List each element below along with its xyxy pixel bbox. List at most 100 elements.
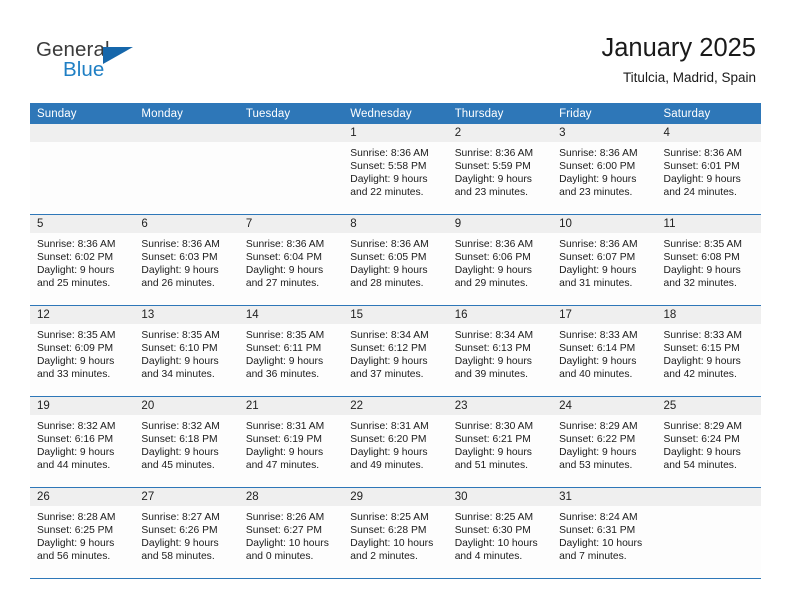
day-sunset-text: Sunset: 6:19 PM — [245, 434, 322, 446]
logo-text-blue: Blue — [63, 58, 105, 81]
calendar-day-cell[interactable]: 22 Sunrise: 8:31 AM Sunset: 6:20 PM Dayligh… — [343, 396, 448, 488]
day-sunrise-text: Sunrise: 8:32 AM — [37, 421, 116, 432]
day-number — [238, 124, 344, 142]
day-cell-inner: 6 Sunrise: 8:36 AM Sunset: 6:03 PM Daylight… — [134, 215, 239, 305]
day-sunset-text: Sunset: 6:08 PM — [663, 252, 740, 264]
calendar-day-cell[interactable]: 5 Sunrise: 8:36 AM Sunset: 6:02 PM Daylight… — [30, 214, 135, 306]
calendar-day-cell[interactable]: 2 Sunrise: 8:36 AM Sunset: 5:59 PM Daylight… — [447, 124, 553, 215]
weekday-header-friday: Friday — [552, 103, 657, 124]
day-cell-inner: 2 Sunrise: 8:36 AM Sunset: 5:59 PM Daylight… — [447, 124, 553, 214]
calendar-day-cell[interactable]: 1 Sunrise: 8:36 AM Sunset: 5:58 PM Daylight… — [343, 124, 448, 215]
calendar-day-cell[interactable]: 30 Sunrise: 8:25 AM Sunset: 6:30 PM Dayligh… — [447, 487, 553, 579]
calendar-day-cell[interactable]: 16 Sunrise: 8:34 AM Sunset: 6:13 PM Dayligh… — [447, 305, 553, 397]
day-sunrise-text: Sunrise: 8:35 AM — [245, 330, 325, 341]
calendar-day-cell[interactable]: 15 Sunrise: 8:34 AM Sunset: 6:12 PM Dayligh… — [343, 305, 448, 397]
day-number: 2 — [447, 124, 553, 142]
day-number: 10 — [552, 215, 657, 233]
calendar-day-cell[interactable]: 23 Sunrise: 8:30 AM Sunset: 6:21 PM Dayligh… — [447, 396, 553, 488]
calendar-day-cell[interactable]: 11 Sunrise: 8:35 AM Sunset: 6:08 PM Dayligh… — [656, 214, 761, 306]
day-cell-details: Sunrise: 8:35 AM Sunset: 6:10 PM Daylight:… — [134, 324, 238, 381]
calendar-day-cell[interactable]: 18 Sunrise: 8:33 AM Sunset: 6:15 PM Dayligh… — [656, 305, 761, 397]
calendar-day-cell[interactable]: 27 Sunrise: 8:27 AM Sunset: 6:26 PM Dayligh… — [134, 487, 239, 579]
day-number: 15 — [343, 306, 448, 324]
day-cell-inner: 4 Sunrise: 8:36 AM Sunset: 6:01 PM Daylight… — [656, 124, 761, 214]
day-cell-details: Sunrise: 8:33 AM Sunset: 6:15 PM Daylight:… — [657, 324, 761, 381]
day-cell-inner: 30 Sunrise: 8:25 AM Sunset: 6:30 PM Dayligh… — [447, 488, 553, 578]
day-sunrise-text: Sunrise: 8:30 AM — [454, 421, 534, 432]
day-cell-inner: 10 Sunrise: 8:36 AM Sunset: 6:07 PM Dayligh… — [552, 215, 657, 305]
day-number — [134, 124, 239, 142]
calendar-day-cell[interactable]: 25 Sunrise: 8:29 AM Sunset: 6:24 PM Dayligh… — [656, 396, 761, 488]
calendar-day-cell[interactable]: 14 Sunrise: 8:35 AM Sunset: 6:11 PM Dayligh… — [238, 305, 344, 397]
calendar-day-cell[interactable]: 10 Sunrise: 8:36 AM Sunset: 6:07 PM Dayligh… — [552, 214, 657, 306]
calendar-day-cell[interactable]: 26 Sunrise: 8:28 AM Sunset: 6:25 PM Dayligh… — [30, 487, 135, 579]
day-cell-details: Sunrise: 8:35 AM Sunset: 6:11 PM Daylight:… — [239, 324, 343, 381]
day-cell-details: Sunrise: 8:25 AM Sunset: 6:28 PM Daylight:… — [343, 506, 447, 563]
day-number: 22 — [343, 397, 448, 415]
day-cell-inner: 13 Sunrise: 8:35 AM Sunset: 6:10 PM Dayligh… — [134, 306, 239, 396]
day-daylight-line1-text: Daylight: 10 hours — [454, 538, 538, 550]
day-sunset-text: Sunset: 6:02 PM — [37, 252, 114, 264]
calendar-day-cell[interactable]: 3 Sunrise: 8:36 AM Sunset: 6:00 PM Daylight… — [552, 124, 657, 215]
day-number: 23 — [447, 397, 553, 415]
weekday-header-tuesday: Tuesday — [238, 103, 344, 124]
calendar-day-cell[interactable]: 24 Sunrise: 8:29 AM Sunset: 6:22 PM Dayligh… — [552, 396, 657, 488]
calendar-day-cell[interactable]: 13 Sunrise: 8:35 AM Sunset: 6:10 PM Dayligh… — [134, 305, 239, 397]
day-daylight-line1-text: Daylight: 9 hours — [663, 447, 741, 459]
calendar-day-cell[interactable]: 20 Sunrise: 8:32 AM Sunset: 6:18 PM Dayligh… — [134, 396, 239, 488]
calendar-body: 1 Sunrise: 8:36 AM Sunset: 5:58 PM Daylight… — [30, 124, 761, 579]
calendar-day-cell[interactable]: 9 Sunrise: 8:36 AM Sunset: 6:06 PM Daylight… — [447, 214, 553, 306]
day-sunset-text: Sunset: 6:10 PM — [141, 343, 218, 355]
day-number: 12 — [30, 306, 135, 324]
day-sunset-text: Sunset: 6:21 PM — [454, 434, 531, 446]
day-sunset-text: Sunset: 6:30 PM — [454, 525, 531, 537]
day-daylight-line2-text: and 44 minutes. — [37, 460, 111, 472]
day-cell-details: Sunrise: 8:36 AM Sunset: 5:58 PM Daylight:… — [343, 142, 447, 199]
day-number: 17 — [552, 306, 657, 324]
day-daylight-line2-text: and 33 minutes. — [37, 369, 111, 381]
day-sunset-text: Sunset: 6:25 PM — [37, 525, 114, 537]
calendar-page: General Blue January 2025 Titulcia, Madr… — [0, 0, 792, 612]
calendar-day-cell[interactable]: 28 Sunrise: 8:26 AM Sunset: 6:27 PM Dayligh… — [238, 487, 344, 579]
day-sunset-text: Sunset: 6:03 PM — [141, 252, 218, 264]
day-sunrise-text: Sunrise: 8:34 AM — [350, 330, 429, 341]
calendar-week-row: 19 Sunrise: 8:32 AM Sunset: 6:16 PM Dayligh… — [30, 396, 761, 488]
day-sunset-text: Sunset: 6:24 PM — [663, 434, 740, 446]
day-cell-details: Sunrise: 8:36 AM Sunset: 6:00 PM Daylight:… — [552, 142, 656, 199]
calendar-day-cell[interactable]: 7 Sunrise: 8:36 AM Sunset: 6:04 PM Daylight… — [238, 214, 344, 306]
day-sunset-text: Sunset: 6:07 PM — [559, 252, 636, 264]
day-cell-inner — [656, 488, 761, 578]
day-number: 7 — [238, 215, 344, 233]
calendar-day-cell[interactable]: 17 Sunrise: 8:33 AM Sunset: 6:14 PM Dayligh… — [552, 305, 657, 397]
weekday-header-monday: Monday — [134, 103, 239, 124]
calendar-day-cell[interactable]: 29 Sunrise: 8:25 AM Sunset: 6:28 PM Dayligh… — [343, 487, 448, 579]
day-daylight-line1-text: Daylight: 9 hours — [350, 174, 428, 186]
day-daylight-line2-text: and 34 minutes. — [141, 369, 215, 381]
day-sunset-text: Sunset: 6:05 PM — [350, 252, 427, 264]
calendar-day-cell[interactable]: 12 Sunrise: 8:35 AM Sunset: 6:09 PM Dayligh… — [30, 305, 135, 397]
day-cell-inner: 11 Sunrise: 8:35 AM Sunset: 6:08 PM Dayligh… — [656, 215, 761, 305]
day-daylight-line1-text: Daylight: 9 hours — [663, 174, 741, 186]
calendar-day-cell[interactable]: 6 Sunrise: 8:36 AM Sunset: 6:03 PM Daylight… — [134, 214, 239, 306]
day-daylight-line2-text: and 36 minutes. — [245, 369, 320, 381]
day-daylight-line1-text: Daylight: 9 hours — [454, 356, 532, 368]
day-sunrise-text: Sunrise: 8:31 AM — [350, 421, 429, 432]
day-daylight-line2-text: and 28 minutes. — [350, 278, 424, 290]
day-sunrise-text: Sunrise: 8:36 AM — [350, 239, 429, 250]
calendar-table: Sunday Monday Tuesday Wednesday Thursday… — [30, 103, 761, 579]
day-cell-details: Sunrise: 8:35 AM Sunset: 6:09 PM Daylight:… — [30, 324, 134, 381]
general-blue-logo[interactable]: General Blue — [36, 38, 236, 88]
day-daylight-line2-text: and 0 minutes. — [245, 551, 314, 563]
day-number: 19 — [30, 397, 135, 415]
calendar-day-cell[interactable]: 21 Sunrise: 8:31 AM Sunset: 6:19 PM Dayligh… — [238, 396, 344, 488]
day-cell-inner — [238, 124, 344, 214]
calendar-day-cell[interactable]: 19 Sunrise: 8:32 AM Sunset: 6:16 PM Dayligh… — [30, 396, 135, 488]
day-cell-details: Sunrise: 8:36 AM Sunset: 6:01 PM Daylight:… — [657, 142, 761, 199]
calendar-day-cell[interactable]: 8 Sunrise: 8:36 AM Sunset: 6:05 PM Daylight… — [343, 214, 448, 306]
day-daylight-line2-text: and 32 minutes. — [663, 278, 737, 290]
day-daylight-line2-text: and 26 minutes. — [141, 278, 215, 290]
calendar-day-cell[interactable]: 4 Sunrise: 8:36 AM Sunset: 6:01 PM Daylight… — [656, 124, 761, 215]
day-daylight-line2-text: and 39 minutes. — [454, 369, 528, 381]
day-cell-inner: 12 Sunrise: 8:35 AM Sunset: 6:09 PM Dayligh… — [30, 306, 135, 396]
calendar-day-cell[interactable]: 31 Sunrise: 8:24 AM Sunset: 6:31 PM Dayligh… — [552, 487, 657, 579]
